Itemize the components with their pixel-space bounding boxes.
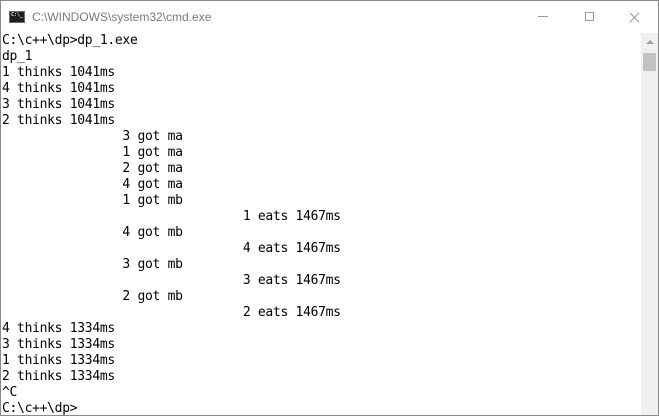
window-title: C:\WINDOWS\system32\cmd.exe xyxy=(32,9,212,24)
close-button[interactable] xyxy=(612,1,658,32)
vertical-scrollbar[interactable] xyxy=(641,33,658,415)
cmd-icon[interactable]: C:\_ xyxy=(9,10,25,23)
console-line: dp_1 xyxy=(2,49,33,64)
console-line: 2 eats 1467ms xyxy=(2,305,341,320)
console-line: 2 thinks 1334ms xyxy=(2,369,115,384)
maximize-icon xyxy=(584,12,594,21)
console-line: 1 got mb xyxy=(2,193,183,208)
cmd-icon-text: C:\_ xyxy=(11,11,24,18)
console-line: 4 eats 1467ms xyxy=(2,241,341,256)
console-line: C:\c++\dp> xyxy=(2,401,78,415)
maximize-button[interactable] xyxy=(566,1,612,32)
console-line: 3 eats 1467ms xyxy=(2,273,341,288)
title-bar[interactable]: C:\_ C:\WINDOWS\system32\cmd.exe xyxy=(1,1,658,32)
console-line: ^C xyxy=(2,385,18,400)
console-line: 4 thinks 1041ms xyxy=(2,81,115,96)
console-line: 2 got mb xyxy=(2,289,183,304)
console-line: 1 thinks 1334ms xyxy=(2,353,115,368)
console-line: 3 got ma xyxy=(2,129,183,144)
console-line: 1 thinks 1041ms xyxy=(2,65,115,80)
console-line: 1 eats 1467ms xyxy=(2,209,341,224)
minimize-button[interactable] xyxy=(520,1,566,32)
console-line: C:\c++\dp>dp_1.exe xyxy=(2,33,138,48)
cmd-window: C:\_ C:\WINDOWS\system32\cmd.exe C:\c++\… xyxy=(0,0,659,416)
scroll-thumb[interactable] xyxy=(643,53,656,71)
console-line: 3 got mb xyxy=(2,257,183,272)
console-line: 2 thinks 1041ms xyxy=(2,113,115,128)
console-line: 2 got ma xyxy=(2,161,183,176)
console-output[interactable]: C:\c++\dp>dp_1.exe dp_1 1 thinks 1041ms 4 t… xyxy=(1,33,640,415)
minimize-icon xyxy=(538,16,548,17)
console-line: 4 got mb xyxy=(2,225,183,240)
console-line: 4 thinks 1334ms xyxy=(2,321,115,336)
close-icon xyxy=(630,12,640,22)
console-line: 4 got ma xyxy=(2,177,183,192)
scroll-up-icon xyxy=(645,39,654,44)
console-line: 3 thinks 1041ms xyxy=(2,97,115,112)
console-line: 1 got ma xyxy=(2,145,183,160)
scroll-up-button[interactable] xyxy=(641,33,658,50)
console-line: 3 thinks 1334ms xyxy=(2,337,115,352)
